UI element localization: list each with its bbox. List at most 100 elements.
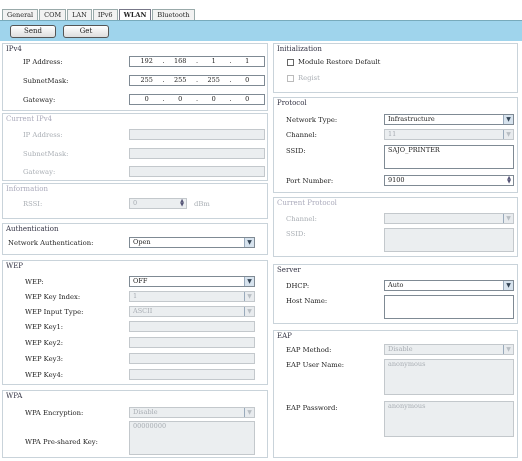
current-mask-label: SubnetMask: — [23, 150, 69, 158]
wpa-encryption-value: Disable — [133, 408, 158, 416]
tab-ipv6[interactable]: IPv6 — [92, 9, 118, 20]
eap-user-value: anonymous — [388, 360, 426, 368]
gw-octet: 0 — [178, 95, 183, 103]
information-title: Information — [6, 185, 49, 193]
subnet-mask-input[interactable]: 255. 255. 255. 0 — [129, 75, 265, 86]
network-auth-select[interactable]: Open ▼ — [129, 237, 255, 248]
chevron-down-icon[interactable]: ▼ — [244, 238, 254, 247]
ssid-input[interactable]: SAJO_PRINTER — [384, 145, 514, 169]
eap-password-value: anonymous — [388, 402, 426, 410]
wep-key2-label: WEP Key2: — [25, 339, 64, 347]
regist-checkbox — [287, 75, 294, 82]
port-number-label: Port Number: — [286, 177, 334, 185]
wep-select[interactable]: OFF ▼ — [129, 276, 255, 287]
tab-wlan[interactable]: WLAN — [118, 9, 152, 20]
network-auth-value: Open — [133, 238, 151, 246]
gateway-label: Gateway: — [23, 96, 56, 104]
spin-arrows-icon[interactable]: ▲ ▼ — [505, 176, 513, 185]
tab-general[interactable]: General — [2, 9, 39, 20]
wep-input-type-select: ASCII ▼ — [129, 306, 255, 317]
channel-label: Channel: — [286, 131, 317, 139]
authentication-title: Authentication — [6, 225, 59, 233]
current-ssid-label: SSID: — [286, 230, 306, 238]
wep-key1-label: WEP Key1: — [25, 323, 64, 331]
ssid-value: SAJO_PRINTER — [388, 146, 440, 154]
gw-octet: 0 — [211, 95, 216, 103]
ssid-label: SSID: — [286, 147, 306, 155]
rssi-value: 0 — [133, 199, 138, 207]
eap-password-field: anonymous — [384, 401, 514, 437]
module-restore-label: Module Restore Default — [298, 58, 381, 66]
mask-octet: 255 — [207, 76, 220, 84]
mask-octet: 255 — [140, 76, 153, 84]
ip-address-input[interactable]: 192. 168. 1. 1 — [129, 56, 265, 67]
ip-address-label: IP Address: — [23, 58, 63, 66]
wep-panel: WEP WEP: OFF ▼ WEP Key Index: 1 ▼ WEP In… — [2, 260, 268, 385]
port-number-input[interactable]: 9100 ▲ ▼ — [384, 175, 514, 186]
information-panel: Information RSSI: 0 ▲ ▼ dBm — [2, 183, 268, 219]
wpa-encryption-label: WPA Encryption: — [25, 409, 84, 417]
protocol-panel: Protocol Network Type: Infrastructure ▼ … — [273, 97, 518, 193]
wep-key4-field — [129, 369, 255, 380]
wep-key4-label: WEP Key4: — [25, 371, 64, 379]
channel-select: 11 ▼ — [384, 129, 514, 140]
network-type-select[interactable]: Infrastructure ▼ — [384, 114, 514, 125]
dhcp-label: DHCP: — [286, 282, 310, 290]
wep-key-index-select: 1 ▼ — [129, 291, 255, 302]
wpa-psk-label: WPA Pre-shared Key: — [25, 438, 98, 446]
wep-key3-field — [129, 353, 255, 364]
wpa-encryption-select: Disable ▼ — [129, 407, 255, 418]
chevron-down-icon: ▼ — [503, 214, 513, 223]
current-ssid-field — [384, 228, 514, 252]
spin-arrows-icon: ▲ ▼ — [180, 198, 184, 208]
current-protocol-title: Current Protocol — [277, 199, 337, 207]
current-channel-select: ▼ — [384, 213, 514, 224]
wpa-psk-field: 00000000 — [129, 421, 255, 455]
current-mask-field — [129, 148, 265, 159]
chevron-down-icon: ▼ — [244, 408, 254, 417]
wep-input-type-label: WEP Input Type: — [25, 308, 84, 316]
dhcp-value: Auto — [388, 281, 404, 289]
host-name-input[interactable] — [384, 295, 514, 319]
mask-octet: 0 — [245, 76, 250, 84]
eap-title: EAP — [277, 332, 292, 340]
tab-lan[interactable]: LAN — [67, 9, 92, 20]
tab-com[interactable]: COM — [39, 9, 67, 20]
ipv4-title: IPv4 — [6, 45, 22, 53]
wpa-panel: WPA WPA Encryption: Disable ▼ WPA Pre-sh… — [2, 390, 268, 458]
chevron-down-icon[interactable]: ▼ — [244, 277, 254, 286]
chevron-down-icon: ▼ — [244, 292, 254, 301]
ipv4-panel: IPv4 IP Address: 192. 168. 1. 1 SubnetMa… — [2, 43, 268, 111]
send-button[interactable]: Send — [10, 25, 56, 38]
dhcp-select[interactable]: Auto ▼ — [384, 280, 514, 291]
chevron-down-icon: ▼ — [244, 307, 254, 316]
toolbar: Send Get — [0, 20, 522, 41]
wep-key2-field — [129, 337, 255, 348]
network-auth-label: Network Authentication: — [8, 239, 94, 247]
rssi-field: 0 ▲ ▼ — [129, 198, 187, 209]
subnet-mask-label: SubnetMask: — [23, 77, 69, 85]
server-title: Server — [277, 266, 301, 274]
chevron-down-icon: ▼ — [503, 130, 513, 139]
gw-octet: 0 — [144, 95, 149, 103]
ip-octet: 192 — [140, 57, 153, 65]
port-number-value: 9100 — [388, 176, 405, 184]
channel-value: 11 — [388, 130, 397, 138]
chevron-down-icon[interactable]: ▼ — [503, 115, 513, 124]
gateway-input[interactable]: 0. 0. 0. 0 — [129, 94, 265, 105]
eap-user-field: anonymous — [384, 359, 514, 395]
wep-key-index-value: 1 — [133, 292, 138, 300]
chevron-down-icon: ▼ — [503, 345, 513, 354]
network-type-label: Network Type: — [286, 116, 338, 124]
ip-octet: 1 — [245, 57, 250, 65]
module-restore-checkbox[interactable] — [287, 59, 294, 66]
current-protocol-panel: Current Protocol Channel: ▼ SSID: — [273, 197, 518, 257]
gw-octet: 0 — [245, 95, 250, 103]
tab-bluetooth[interactable]: Bluetooth — [152, 9, 195, 20]
current-ipv4-title: Current IPv4 — [6, 115, 53, 123]
wep-title: WEP — [6, 262, 24, 270]
current-gateway-field — [129, 166, 265, 177]
ip-octet: 168 — [174, 57, 187, 65]
chevron-down-icon[interactable]: ▼ — [503, 281, 513, 290]
get-button[interactable]: Get — [63, 25, 109, 38]
